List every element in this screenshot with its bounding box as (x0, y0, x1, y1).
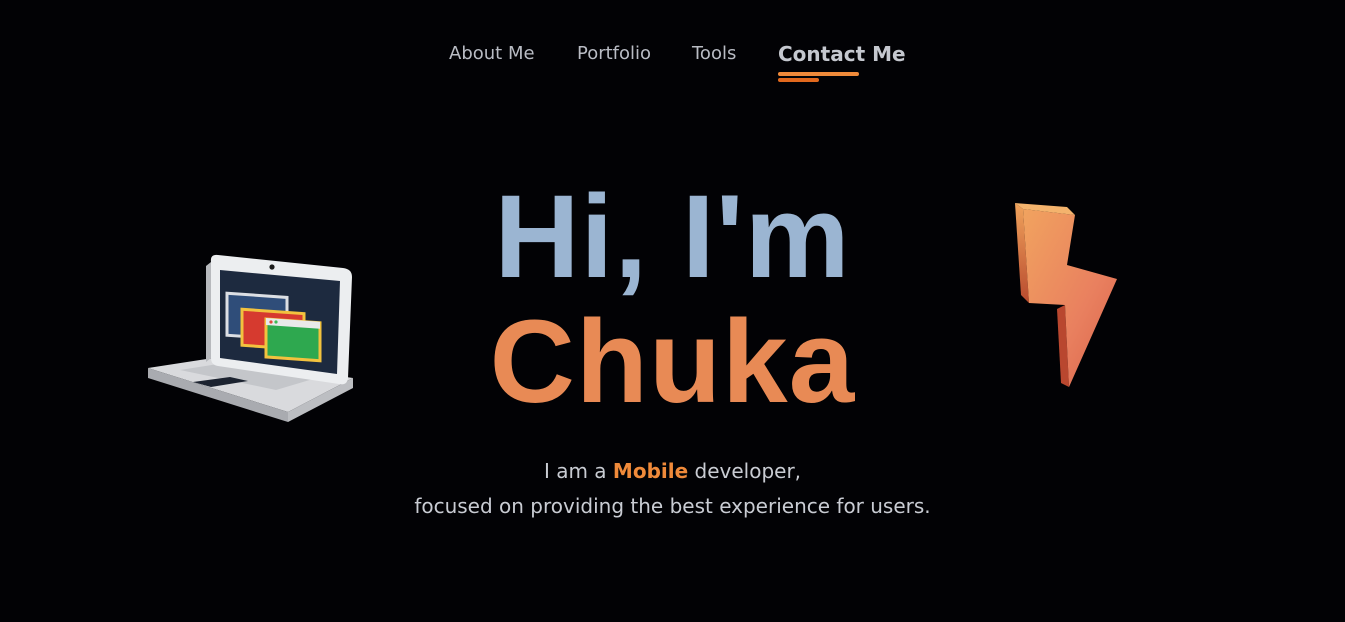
intro-line-2: focused on providing the best experience… (414, 494, 931, 518)
intro-line-1: I am a Mobile developer, (0, 458, 1345, 484)
top-nav: About Me Portfolio Tools Contact Me (0, 40, 1345, 82)
active-nav-underline-accent (778, 78, 819, 82)
nav-link-portfolio[interactable]: Portfolio (577, 43, 651, 64)
nav-link-about-me[interactable]: About Me (449, 43, 535, 64)
page: About Me Portfolio Tools Contact Me Hi, … (0, 0, 1345, 622)
intro-role-highlight: Mobile (612, 459, 689, 483)
nav-link-contact-me[interactable]: Contact Me (778, 42, 906, 66)
nav-link-tools[interactable]: Tools (692, 43, 736, 64)
active-nav-underline (778, 72, 859, 76)
hero-name: Chuka (489, 296, 856, 428)
hero-greeting: Hi, I'm (494, 171, 851, 303)
intro-suffix: developer, (694, 459, 802, 483)
intro-prefix: I am a (543, 459, 607, 483)
